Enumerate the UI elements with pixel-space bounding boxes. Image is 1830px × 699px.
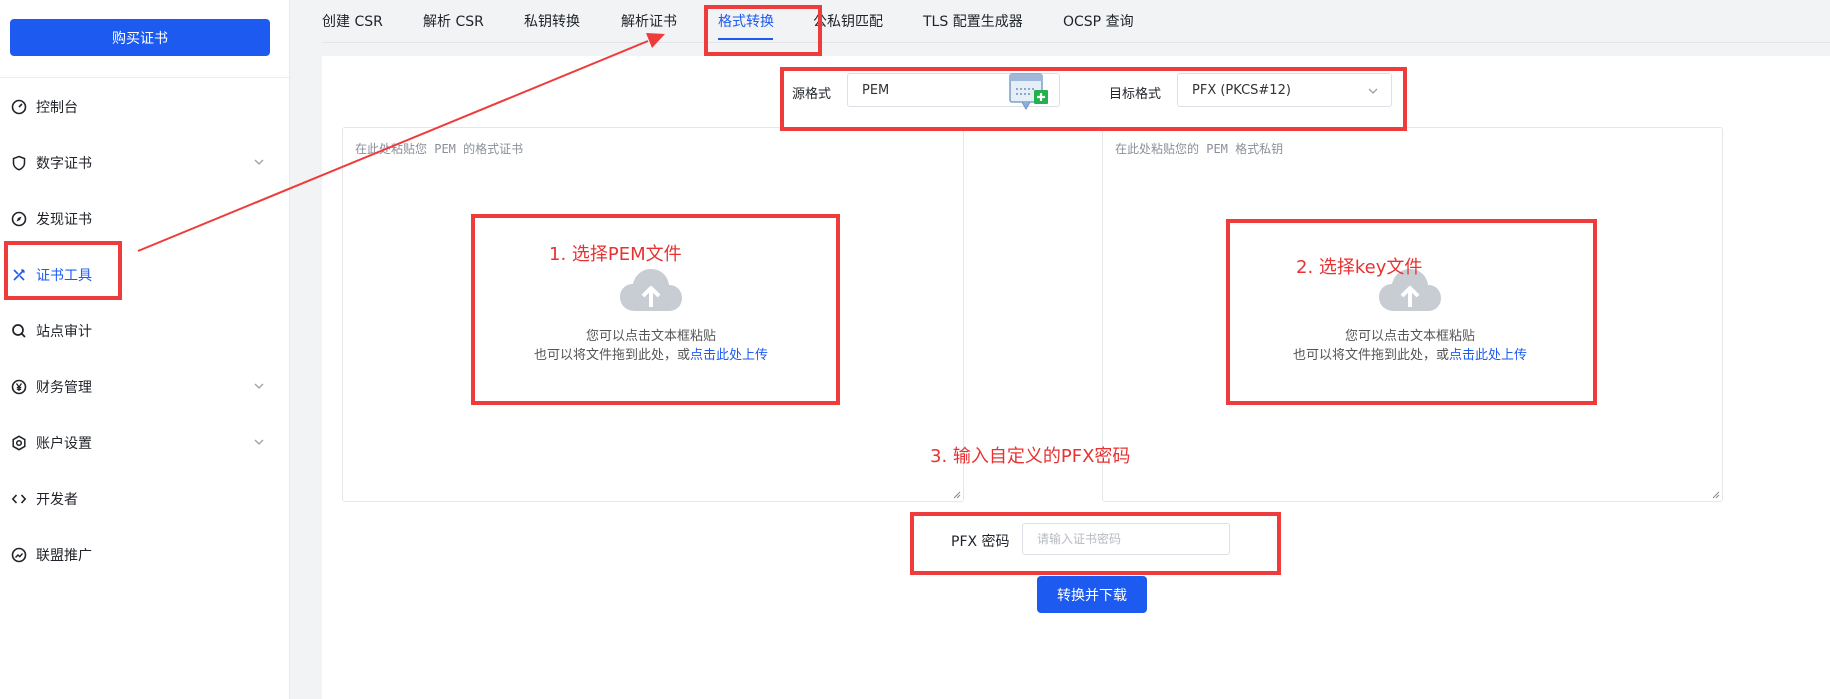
sidebar-item-label: 控制台 — [36, 100, 78, 116]
chevron-down-icon — [254, 159, 264, 165]
annotation-box-format-tab — [704, 5, 822, 56]
yen-icon — [10, 378, 28, 396]
shield-icon — [10, 154, 28, 172]
sidebar-item-label: 账户设置 — [36, 436, 92, 452]
code-icon — [10, 490, 28, 508]
sidebar-item-finance[interactable]: 财务管理 — [10, 367, 272, 407]
tab-create-csr[interactable]: 创建 CSR — [322, 11, 383, 31]
sidebar-item-digital-certificates[interactable]: 数字证书 — [10, 143, 272, 183]
annotation-box-certificate-tools — [4, 241, 122, 300]
annotation-step2: 2. 选择key文件 — [1296, 257, 1423, 278]
annotation-step3: 3. 输入自定义的PFX密码 — [930, 446, 1131, 467]
resize-handle-icon[interactable] — [953, 491, 961, 499]
sidebar-item-account-settings[interactable]: 账户设置 — [10, 423, 272, 463]
search-icon — [10, 322, 28, 340]
chevron-down-icon — [254, 439, 264, 445]
convert-download-button[interactable]: 转换并下载 — [1037, 576, 1147, 613]
annotation-box-format-selectors — [780, 67, 1407, 131]
certificate-textarea-placeholder: 在此处粘贴您 PEM 的格式证书 — [355, 142, 524, 156]
sidebar-item-label: 联盟推广 — [36, 548, 92, 564]
tab-ocsp-query[interactable]: OCSP 查询 — [1063, 11, 1134, 31]
sidebar-item-label: 财务管理 — [36, 380, 92, 396]
sidebar-item-discover-certificates[interactable]: 发现证书 — [10, 199, 272, 239]
tab-key-pair-match[interactable]: 公私钥匹配 — [813, 11, 883, 31]
annotation-box-pfx-password — [910, 512, 1281, 575]
compass-icon — [10, 210, 28, 228]
tab-parse-csr[interactable]: 解析 CSR — [423, 11, 484, 31]
tab-tls-config-generator[interactable]: TLS 配置生成器 — [923, 11, 1023, 31]
sidebar-item-label: 站点审计 — [36, 324, 92, 340]
settings-icon — [10, 434, 28, 452]
tool-tabs: 创建 CSR 解析 CSR 私钥转换 解析证书 格式转换 公私钥匹配 TLS 配… — [322, 0, 1830, 43]
private-key-textarea-placeholder: 在此处粘贴您的 PEM 格式私钥 — [1115, 142, 1284, 156]
resize-handle-icon[interactable] — [1712, 491, 1720, 499]
sidebar-item-label: 开发者 — [36, 492, 78, 508]
dashboard-icon — [10, 98, 28, 116]
tab-private-key-convert[interactable]: 私钥转换 — [524, 11, 580, 31]
sidebar-item-site-audit[interactable]: 站点审计 — [10, 311, 272, 351]
annotation-step1: 1. 选择PEM文件 — [549, 244, 682, 265]
sidebar-divider — [0, 77, 289, 78]
chevron-down-icon — [254, 383, 264, 389]
sidebar-item-affiliate[interactable]: 联盟推广 — [10, 535, 272, 575]
sidebar-item-developer[interactable]: 开发者 — [10, 479, 272, 519]
sidebar: 购买证书 控制台 数字证书 发现证书 证书工具 站点审计 财务管理 账户设置 开… — [0, 0, 290, 699]
sidebar-item-label: 发现证书 — [36, 212, 92, 228]
annotation-box-key-upload — [1226, 219, 1597, 405]
tab-parse-certificate[interactable]: 解析证书 — [621, 11, 677, 31]
buy-certificate-button[interactable]: 购买证书 — [10, 19, 270, 56]
sidebar-item-dashboard[interactable]: 控制台 — [10, 87, 272, 127]
trend-icon — [10, 546, 28, 564]
sidebar-item-label: 数字证书 — [36, 156, 92, 172]
